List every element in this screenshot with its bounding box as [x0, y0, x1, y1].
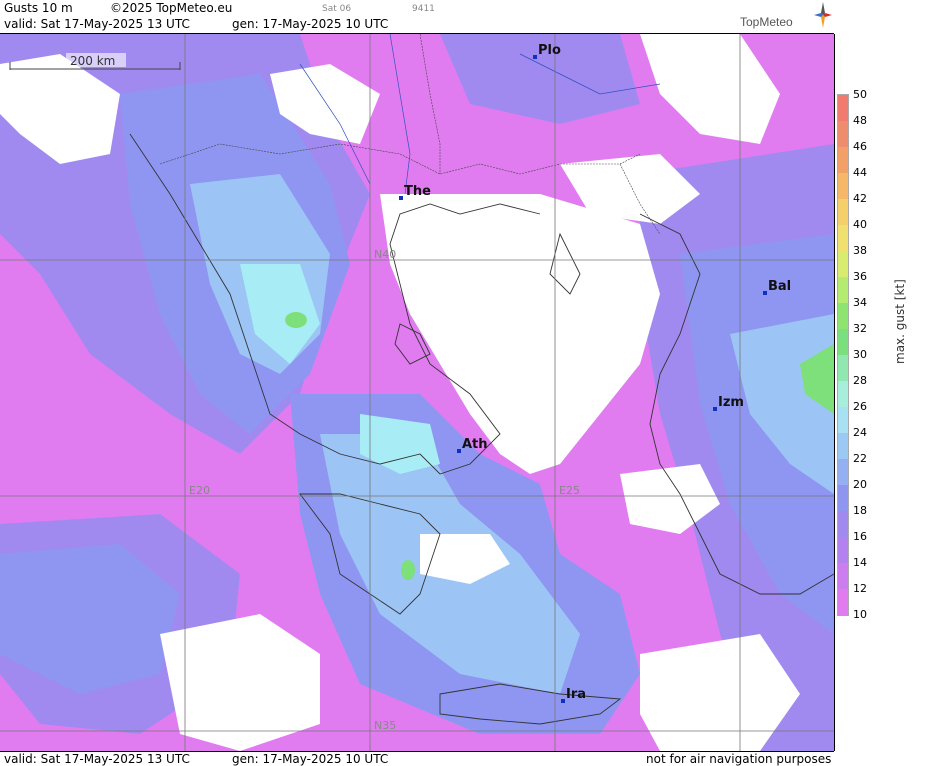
- footer-valid-time: valid: Sat 17-May-2025 13 UTC: [4, 752, 190, 766]
- legend-swatch: [838, 433, 848, 460]
- run-label: Sat 06: [322, 4, 352, 14]
- legend-swatch: [838, 251, 848, 278]
- legend-tick-label: 44: [853, 166, 867, 179]
- legend-swatch: [838, 95, 848, 122]
- legend-tick-label: 16: [853, 530, 867, 543]
- legend-swatch: [838, 589, 848, 616]
- grid-label-e20: E20: [189, 484, 210, 497]
- legend-tick-label: 46: [853, 140, 867, 153]
- run-code: 9411: [412, 4, 435, 14]
- legend-swatch: [838, 381, 848, 408]
- legend-tick-label: 50: [853, 88, 867, 101]
- legend-swatch: [838, 355, 848, 382]
- legend-tick-label: 38: [853, 244, 867, 257]
- map-footer: valid: Sat 17-May-2025 13 UTC gen: 17-Ma…: [0, 751, 834, 766]
- product-title: Gusts 10 m: [4, 1, 73, 15]
- brand-name: TopMeteo: [740, 15, 793, 29]
- legend-swatch: [838, 329, 848, 356]
- legend-swatch: [838, 121, 848, 148]
- city-label-ath: Ath: [462, 437, 488, 452]
- legend-swatch: [838, 485, 848, 512]
- map-header: Gusts 10 m ©2025 TopMeteo.eu Sat 06 9411…: [0, 0, 834, 34]
- legend-tick-label: 26: [853, 400, 867, 413]
- legend-color-bar: [837, 94, 849, 616]
- gust-zone-30kt-peloponnese: [401, 560, 415, 580]
- legend-tick-label: 12: [853, 582, 867, 595]
- legend-tick-label: 32: [853, 322, 867, 335]
- legend-swatch: [838, 407, 848, 434]
- legend-swatch: [838, 173, 848, 200]
- grid-label-n40: N40: [374, 248, 396, 261]
- legend-tick-label: 30: [853, 348, 867, 361]
- legend-tick-label: 14: [853, 556, 867, 569]
- footer-generated-time: gen: 17-May-2025 10 UTC: [232, 752, 389, 766]
- city-label-ira: Ira: [566, 687, 586, 702]
- legend-swatch: [838, 511, 848, 538]
- legend-swatch: [838, 147, 848, 174]
- gust-zone-30kt-pindus: [285, 312, 307, 328]
- city-ath[interactable]: Ath: [457, 437, 488, 453]
- legend-tick-label: 24: [853, 426, 867, 439]
- legend-unit-label: max. gust [kt]: [893, 279, 907, 364]
- compass-star-icon: [814, 2, 832, 28]
- legend-swatch: [838, 199, 848, 226]
- legend-tick-label: 28: [853, 374, 867, 387]
- legend-swatch: [838, 537, 848, 564]
- city-bal[interactable]: Bal: [763, 279, 791, 295]
- legend-swatch: [838, 303, 848, 330]
- legend-tick-label: 48: [853, 114, 867, 127]
- valid-time: valid: Sat 17-May-2025 13 UTC: [4, 17, 190, 31]
- legend-tick-label: 10: [853, 608, 867, 621]
- legend-swatch: [838, 459, 848, 486]
- grid-label-e25: E25: [559, 484, 580, 497]
- city-the[interactable]: The: [399, 184, 431, 200]
- legend-tick-label: 18: [853, 504, 867, 517]
- city-label-izm: Izm: [718, 395, 744, 410]
- topmeteo-logo: TopMeteo: [740, 2, 832, 32]
- city-izm[interactable]: Izm: [713, 395, 744, 411]
- copyright: ©2025 TopMeteo.eu: [110, 1, 233, 15]
- city-plo[interactable]: Plo: [533, 43, 561, 59]
- legend-tick-label: 36: [853, 270, 867, 283]
- legend-swatch: [838, 277, 848, 304]
- city-label-the: The: [404, 184, 431, 199]
- legend-tick-label: 34: [853, 296, 867, 309]
- legend-tick-label: 40: [853, 218, 867, 231]
- legend-tick-label: 22: [853, 452, 867, 465]
- map-canvas: N40 N35 E20 E25 200 km Plo The Bal Izm A…: [0, 34, 834, 751]
- city-label-plo: Plo: [538, 43, 561, 58]
- city-label-bal: Bal: [768, 279, 791, 294]
- gust-legend: 50 48 46 44 42 40 38 36 34 32 30 28 26 24 22 20 18 16 14 12…: [835, 34, 925, 734]
- legend-tick-label: 42: [853, 192, 867, 205]
- generated-time: gen: 17-May-2025 10 UTC: [232, 17, 389, 31]
- scale-label: 200 km: [70, 54, 115, 68]
- gust-map[interactable]: N40 N35 E20 E25 200 km Plo The Bal Izm A…: [0, 34, 835, 751]
- grid-label-n35: N35: [374, 719, 396, 732]
- legend-swatch: [838, 225, 848, 252]
- footer-disclaimer: not for air navigation purposes: [646, 752, 832, 766]
- legend-swatch: [838, 563, 848, 590]
- legend-tick-label: 20: [853, 478, 867, 491]
